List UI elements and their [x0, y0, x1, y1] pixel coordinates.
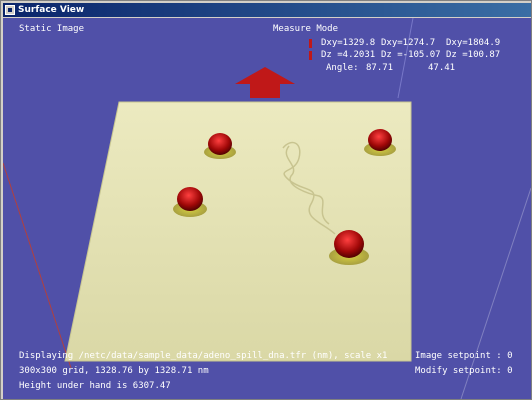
- angle-value-1: 87.71: [366, 63, 394, 73]
- dz-value-2: Dz =-105.07: [381, 50, 441, 60]
- dxy-value-1: Dxy=1329.8: [321, 38, 376, 48]
- angle-value-2: 47.41: [428, 63, 456, 73]
- window-title: Surface View: [18, 5, 85, 15]
- height-surface[interactable]: [64, 101, 412, 362]
- modify-setpoint-readout: Modify setpoint: 0: [415, 366, 513, 376]
- measure-marker: [309, 51, 312, 60]
- surface-view-window: Surface View Static Image Measure Mode D…: [0, 0, 532, 400]
- measure-marker: [309, 39, 312, 48]
- surface-viewport[interactable]: Static Image Measure Mode Dxy=1329.8 Dxy…: [3, 18, 531, 399]
- dxy-value-3: Dxy=1804.9: [446, 38, 501, 48]
- status-grid-line: 300x300 grid, 1328.76 by 1328.71 nm: [19, 366, 209, 376]
- up-arrow-icon: [235, 67, 295, 98]
- surface-scene: [3, 18, 531, 399]
- window-app-icon: [5, 5, 15, 15]
- dz-value-3: Dz =100.87: [446, 50, 501, 60]
- dxy-value-2: Dxy=1274.7: [381, 38, 436, 48]
- dz-value-1: Dz =4.2031: [321, 50, 376, 60]
- status-height-line: Height under hand is 6307.47: [19, 381, 171, 391]
- axis-line-left: [3, 162, 72, 369]
- title-bar[interactable]: Surface View: [3, 3, 531, 17]
- mode-left-label: Static Image: [19, 24, 85, 34]
- angle-label: Angle:: [326, 63, 359, 73]
- mode-right-label: Measure Mode: [273, 24, 339, 34]
- status-file-line: Displaying /netc/data/sample_data/adeno_…: [19, 351, 388, 361]
- image-setpoint-readout: Image setpoint : 0: [415, 351, 513, 361]
